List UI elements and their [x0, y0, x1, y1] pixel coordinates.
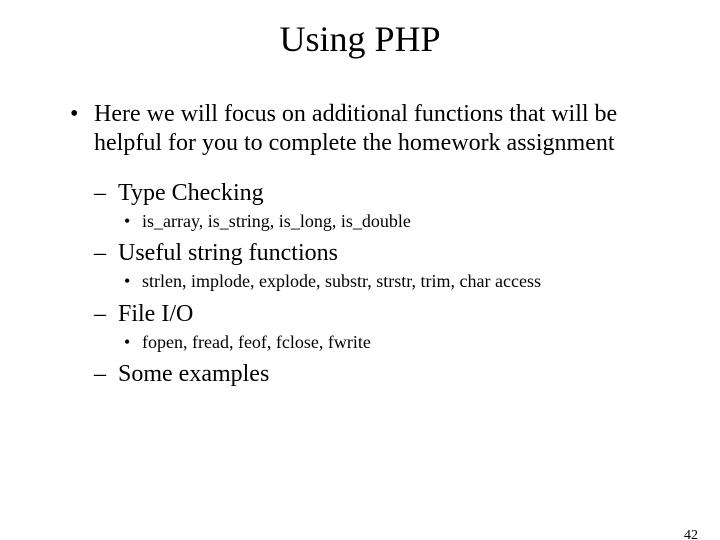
bullet-string-functions-detail: strlen, implode, explode, substr, strstr… — [124, 270, 670, 293]
bullet-label: Type Checking — [118, 180, 264, 206]
page-number: 42 — [684, 528, 698, 540]
bullet-file-io-detail: fopen, fread, feof, fclose, fwrite — [124, 331, 670, 354]
slide-title: Using PHP — [0, 18, 720, 60]
bullet-type-checking-detail: is_array, is_string, is_long, is_double — [124, 210, 670, 233]
bullet-label: File I/O — [118, 301, 193, 327]
bullet-label: Useful string functions — [118, 240, 338, 266]
bullet-main: Here we will focus on additional functio… — [70, 100, 670, 158]
bullet-examples: Some examples — [94, 359, 670, 389]
bullet-type-checking: Type Checking — [94, 178, 670, 208]
bullet-file-io: File I/O — [94, 299, 670, 329]
slide-content: Here we will focus on additional functio… — [70, 100, 670, 389]
bullet-label: Some examples — [118, 361, 269, 387]
slide: Using PHP Here we will focus on addition… — [0, 18, 720, 540]
bullet-string-functions: Useful string functions — [94, 238, 670, 268]
